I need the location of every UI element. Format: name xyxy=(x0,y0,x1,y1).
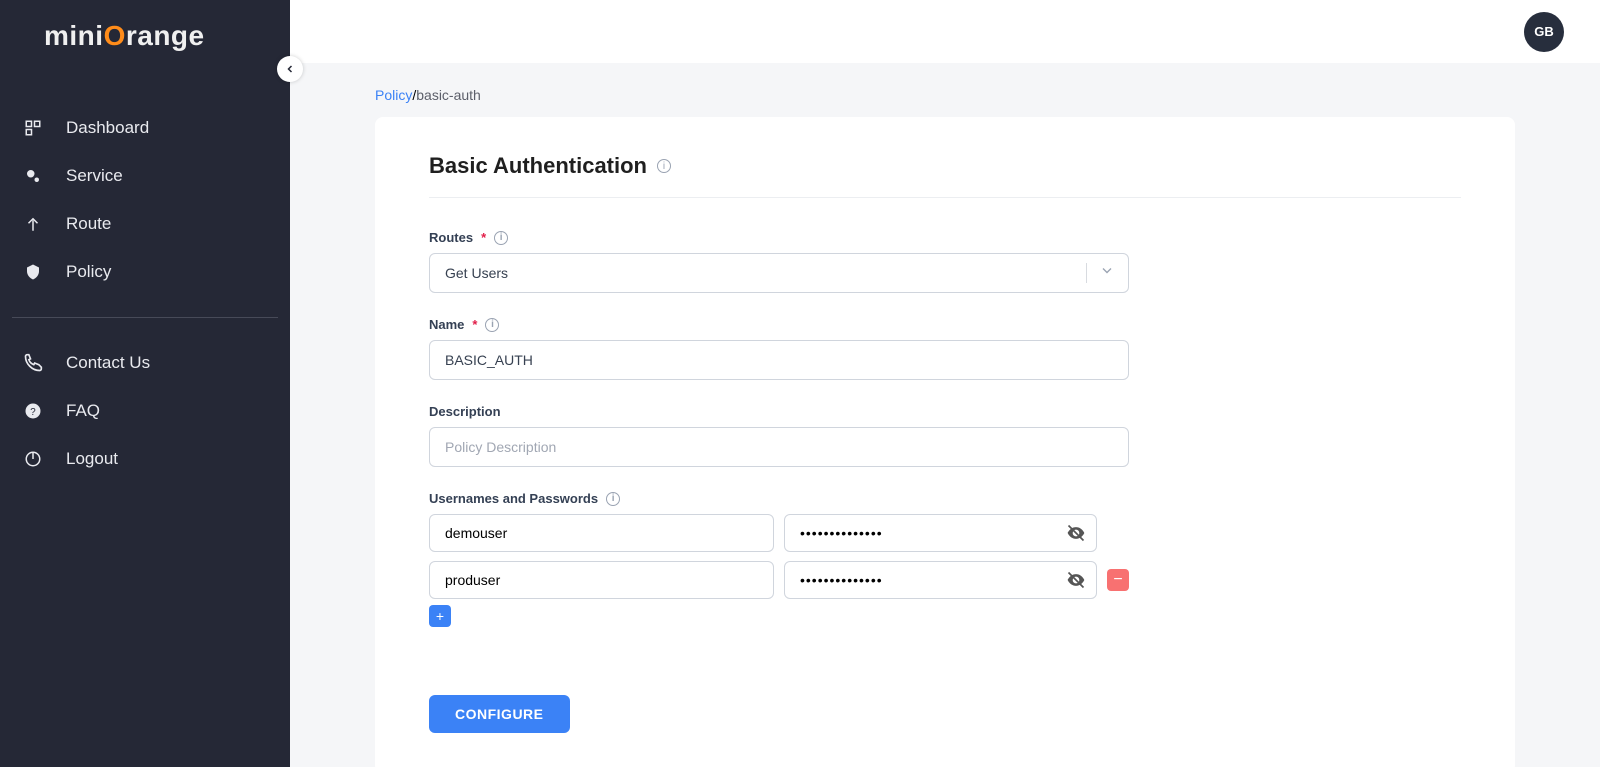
sidebar-item-logout[interactable]: Logout xyxy=(12,438,278,480)
password-input[interactable] xyxy=(784,514,1097,552)
description-field: Description xyxy=(429,404,1129,467)
sidebar-item-label: Logout xyxy=(66,449,118,469)
sidebar-item-faq[interactable]: ? FAQ xyxy=(12,390,278,432)
topbar: GB xyxy=(290,0,1600,63)
eye-off-icon[interactable] xyxy=(1065,569,1087,591)
username-input[interactable] xyxy=(429,514,774,552)
info-icon[interactable]: i xyxy=(657,159,671,173)
routes-selected-value: Get Users xyxy=(429,253,1129,293)
phone-icon xyxy=(22,353,44,373)
page-title: Basic Authentication xyxy=(429,153,647,179)
user-avatar[interactable]: GB xyxy=(1524,12,1564,52)
power-icon xyxy=(22,450,44,468)
name-label: Name xyxy=(429,317,464,332)
route-icon xyxy=(22,215,44,233)
breadcrumb-parent-link[interactable]: Policy xyxy=(375,87,412,103)
workspace: Policy/basic-auth Basic Authentication i… xyxy=(290,63,1600,767)
gear-icon xyxy=(22,167,44,185)
shield-icon xyxy=(22,263,44,281)
name-input[interactable] xyxy=(429,340,1129,380)
credentials-row: − xyxy=(429,561,1129,599)
sidebar-item-policy[interactable]: Policy xyxy=(12,251,278,293)
name-field: Name * i xyxy=(429,317,1129,380)
sidebar-collapse-button[interactable] xyxy=(277,56,303,82)
remove-row-button[interactable]: − xyxy=(1107,569,1129,591)
sidebar-item-label: Service xyxy=(66,166,123,186)
sidebar-nav: Dashboard Service Route Policy Con xyxy=(0,62,290,480)
add-row-button[interactable]: + xyxy=(429,605,451,627)
dashboard-icon xyxy=(22,119,44,137)
title-divider xyxy=(429,197,1461,198)
logo-letter-o: O xyxy=(104,20,126,52)
chevron-left-icon xyxy=(284,63,296,75)
help-icon: ? xyxy=(22,402,44,420)
routes-select[interactable]: Get Users xyxy=(429,253,1129,293)
routes-label: Routes xyxy=(429,230,473,245)
eye-off-icon[interactable] xyxy=(1065,522,1087,544)
sidebar-item-label: FAQ xyxy=(66,401,100,421)
routes-field: Routes * i Get Users xyxy=(429,230,1129,293)
logo-suffix: range xyxy=(126,20,205,51)
sidebar-item-label: Route xyxy=(66,214,111,234)
policy-form: Routes * i Get Users Name * xyxy=(429,230,1129,733)
sidebar-divider xyxy=(12,317,278,318)
sidebar-item-label: Contact Us xyxy=(66,353,150,373)
description-input[interactable] xyxy=(429,427,1129,467)
svg-text:?: ? xyxy=(30,407,36,418)
breadcrumb: Policy/basic-auth xyxy=(375,87,1515,103)
logo: miniOrange xyxy=(0,0,290,62)
sidebar-item-label: Policy xyxy=(66,262,111,282)
description-label: Description xyxy=(429,404,501,419)
configure-button[interactable]: CONFIGURE xyxy=(429,695,570,733)
info-icon[interactable]: i xyxy=(606,492,620,506)
select-separator xyxy=(1086,263,1087,283)
chevron-down-icon xyxy=(1099,263,1115,284)
sidebar-item-contact[interactable]: Contact Us xyxy=(12,342,278,384)
credentials-rows: − − xyxy=(429,514,1129,599)
username-input[interactable] xyxy=(429,561,774,599)
credentials-label: Usernames and Passwords xyxy=(429,491,598,506)
info-icon[interactable]: i xyxy=(494,231,508,245)
password-input[interactable] xyxy=(784,561,1097,599)
credentials-row: − xyxy=(429,514,1129,552)
logo-prefix: mini xyxy=(44,20,104,51)
sidebar-item-label: Dashboard xyxy=(66,118,149,138)
required-mark: * xyxy=(481,230,486,245)
breadcrumb-leaf: basic-auth xyxy=(416,87,481,103)
required-mark: * xyxy=(472,317,477,332)
info-icon[interactable]: i xyxy=(485,318,499,332)
sidebar: miniOrange Dashboard Service Route xyxy=(0,0,290,767)
sidebar-item-service[interactable]: Service xyxy=(12,155,278,197)
main-area: GB Policy/basic-auth Basic Authenticatio… xyxy=(290,0,1600,767)
policy-card: Basic Authentication i Routes * i Get Use… xyxy=(375,117,1515,767)
sidebar-item-route[interactable]: Route xyxy=(12,203,278,245)
credentials-field: Usernames and Passwords i xyxy=(429,491,1129,627)
sidebar-item-dashboard[interactable]: Dashboard xyxy=(12,107,278,149)
